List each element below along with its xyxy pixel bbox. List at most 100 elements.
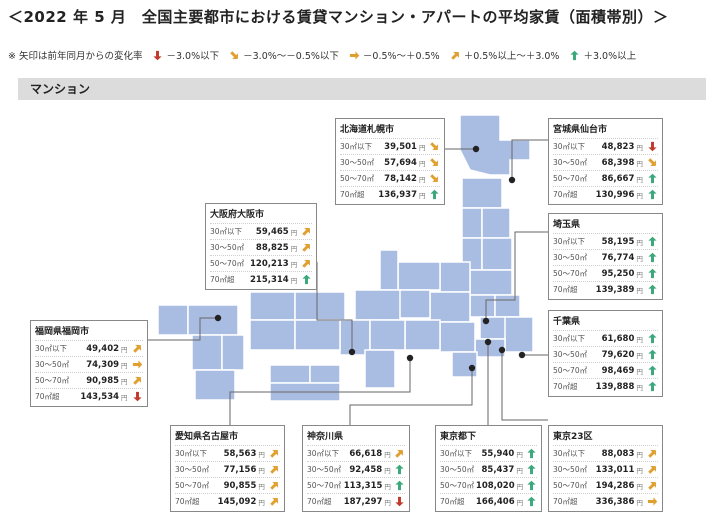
size-label: 50～70㎡ xyxy=(553,174,588,183)
unit-label: 円 xyxy=(418,159,426,168)
rent-value: 98,469 xyxy=(601,365,635,376)
rent-value: 143,534 xyxy=(80,391,120,402)
rent-row: 30㎡以下 66,618 円 xyxy=(307,445,405,461)
rent-value: 78,142 xyxy=(384,173,417,184)
size-label: 70㎡超 xyxy=(35,392,60,401)
unit-label: 円 xyxy=(121,361,128,370)
unit-label: 円 xyxy=(516,466,523,475)
trend-arrow xyxy=(647,284,658,296)
rent-value: 215,314 xyxy=(250,274,289,285)
trend-arrow xyxy=(269,464,280,476)
rent-row: 30～50㎡ 92,458 円 xyxy=(307,461,405,477)
size-label: 30～50㎡ xyxy=(553,350,588,359)
legend-item-up: ＋3.0%以上 xyxy=(569,48,636,62)
rent-value: 74,309 xyxy=(86,359,120,370)
rent-row: 70㎡超 166,406 円 xyxy=(440,493,537,509)
unit-label: 円 xyxy=(419,191,426,200)
unit-label: 円 xyxy=(384,498,391,507)
size-label: 50～70㎡ xyxy=(440,481,475,490)
arrow-down-right-icon xyxy=(430,174,439,183)
size-label: 70㎡超 xyxy=(210,275,235,284)
arrow-up-right-icon xyxy=(648,481,657,490)
trend-arrow xyxy=(394,464,405,476)
rent-value: 166,406 xyxy=(475,496,515,507)
rent-value: 48,823 xyxy=(601,141,635,152)
size-label: 30㎡以下 xyxy=(553,142,586,151)
size-label: 30㎡以下 xyxy=(553,237,586,246)
arrow-up-icon xyxy=(648,284,657,295)
size-label: 30～50㎡ xyxy=(307,465,342,474)
trend-arrow xyxy=(301,226,312,238)
city-marker-kanagawa xyxy=(468,364,476,372)
rent-value: 55,940 xyxy=(481,448,515,459)
trend-arrow xyxy=(269,448,280,460)
rent-value: 88,083 xyxy=(601,448,635,459)
rent-row: 30～50㎡ 74,309 円 xyxy=(35,356,143,372)
arrow-down-right-icon xyxy=(230,50,239,59)
city-card-chiba: 千葉県 30㎡以下 61,680 円 30～50㎡ 79,620 円 50～70㎡ 98,469… xyxy=(548,310,663,397)
arrow-up-right-icon xyxy=(302,243,311,252)
rent-value: 58,563 xyxy=(223,448,257,459)
trend-arrow xyxy=(132,375,143,387)
unit-label: 円 xyxy=(636,466,643,475)
rent-value: 113,315 xyxy=(343,480,383,491)
arrow-up-icon xyxy=(527,496,536,507)
unit-label: 円 xyxy=(516,482,524,491)
size-label: 30～50㎡ xyxy=(35,360,70,369)
trend-arrow xyxy=(301,258,312,270)
arrow-down-right-icon xyxy=(648,158,657,167)
unit-label: 円 xyxy=(636,143,643,152)
arrow-down-icon xyxy=(395,496,404,507)
rent-row: 50～70㎡ 194,286 円 xyxy=(553,477,658,493)
unit-label: 円 xyxy=(384,450,391,459)
unit-label: 円 xyxy=(636,367,643,376)
rent-row: 30㎡以下 48,823 円 xyxy=(553,138,658,154)
unit-label: 円 xyxy=(636,159,643,168)
size-label: 70㎡超 xyxy=(553,190,578,199)
rent-value: 145,092 xyxy=(217,496,257,507)
unit-label: 円 xyxy=(516,450,523,459)
unit-label: 円 xyxy=(121,377,128,386)
size-label: 30～50㎡ xyxy=(553,465,588,474)
rent-value: 139,389 xyxy=(595,284,635,295)
trend-arrow xyxy=(526,448,537,460)
city-marker-saitama xyxy=(482,317,490,325)
size-label: 30～50㎡ xyxy=(553,253,588,262)
city-card-osaka: 大阪府大阪市 30㎡以下 59,465 円 30～50㎡ 88,825 円 50～70㎡ 120… xyxy=(205,203,317,290)
rent-row: 50～70㎡ 90,985 円 xyxy=(35,372,143,388)
rent-row: 70㎡超 215,314 円 xyxy=(210,271,312,287)
unit-label: 円 xyxy=(636,498,643,507)
size-label: 30㎡以下 xyxy=(340,142,373,151)
size-label: 70㎡超 xyxy=(553,382,578,391)
rent-row: 70㎡超 145,092 円 xyxy=(175,493,280,509)
arrow-up-icon xyxy=(395,480,404,491)
size-label: 30㎡以下 xyxy=(35,344,68,353)
city-card-tokyo23: 東京23区 30㎡以下 88,083 円 30～50㎡ 133,011 円 50～70㎡ 194… xyxy=(548,425,663,512)
trend-legend: ※ 矢印は前年同月からの変化率 －3.0%以下 －3.0%～－0.5%以下 －0… xyxy=(8,48,646,62)
size-label: 30～50㎡ xyxy=(210,243,245,252)
city-name: 埼玉県 xyxy=(553,220,581,230)
city-name: 大阪府大阪市 xyxy=(210,210,265,220)
size-label: 50～70㎡ xyxy=(553,481,588,490)
unit-label: 円 xyxy=(418,143,426,152)
trend-arrow xyxy=(526,496,537,508)
arrow-up-right-icon xyxy=(270,497,279,506)
trend-arrow xyxy=(301,274,312,286)
arrow-right-icon xyxy=(349,50,360,60)
arrow-down-icon xyxy=(133,391,142,402)
size-label: 50～70㎡ xyxy=(340,174,375,183)
trend-arrow xyxy=(647,157,658,169)
city-card-kanagawa: 神奈川県 30㎡以下 66,618 円 30～50㎡ 92,458 円 50～70㎡ 113,3… xyxy=(302,425,410,512)
rent-row: 50～70㎡ 78,142 円 xyxy=(340,170,440,186)
size-label: 30～50㎡ xyxy=(553,158,588,167)
rent-value: 88,825 xyxy=(255,242,289,253)
size-label: 70㎡超 xyxy=(553,497,578,506)
arrow-up-right-icon xyxy=(395,449,404,458)
unit-label: 円 xyxy=(516,498,524,507)
arrow-up-right-icon xyxy=(302,227,311,236)
city-name: 北海道札幌市 xyxy=(340,125,395,135)
size-label: 50～70㎡ xyxy=(553,366,588,375)
trend-arrow xyxy=(132,343,143,355)
rent-value: 58,195 xyxy=(601,236,635,247)
arrow-down-icon xyxy=(153,50,163,60)
